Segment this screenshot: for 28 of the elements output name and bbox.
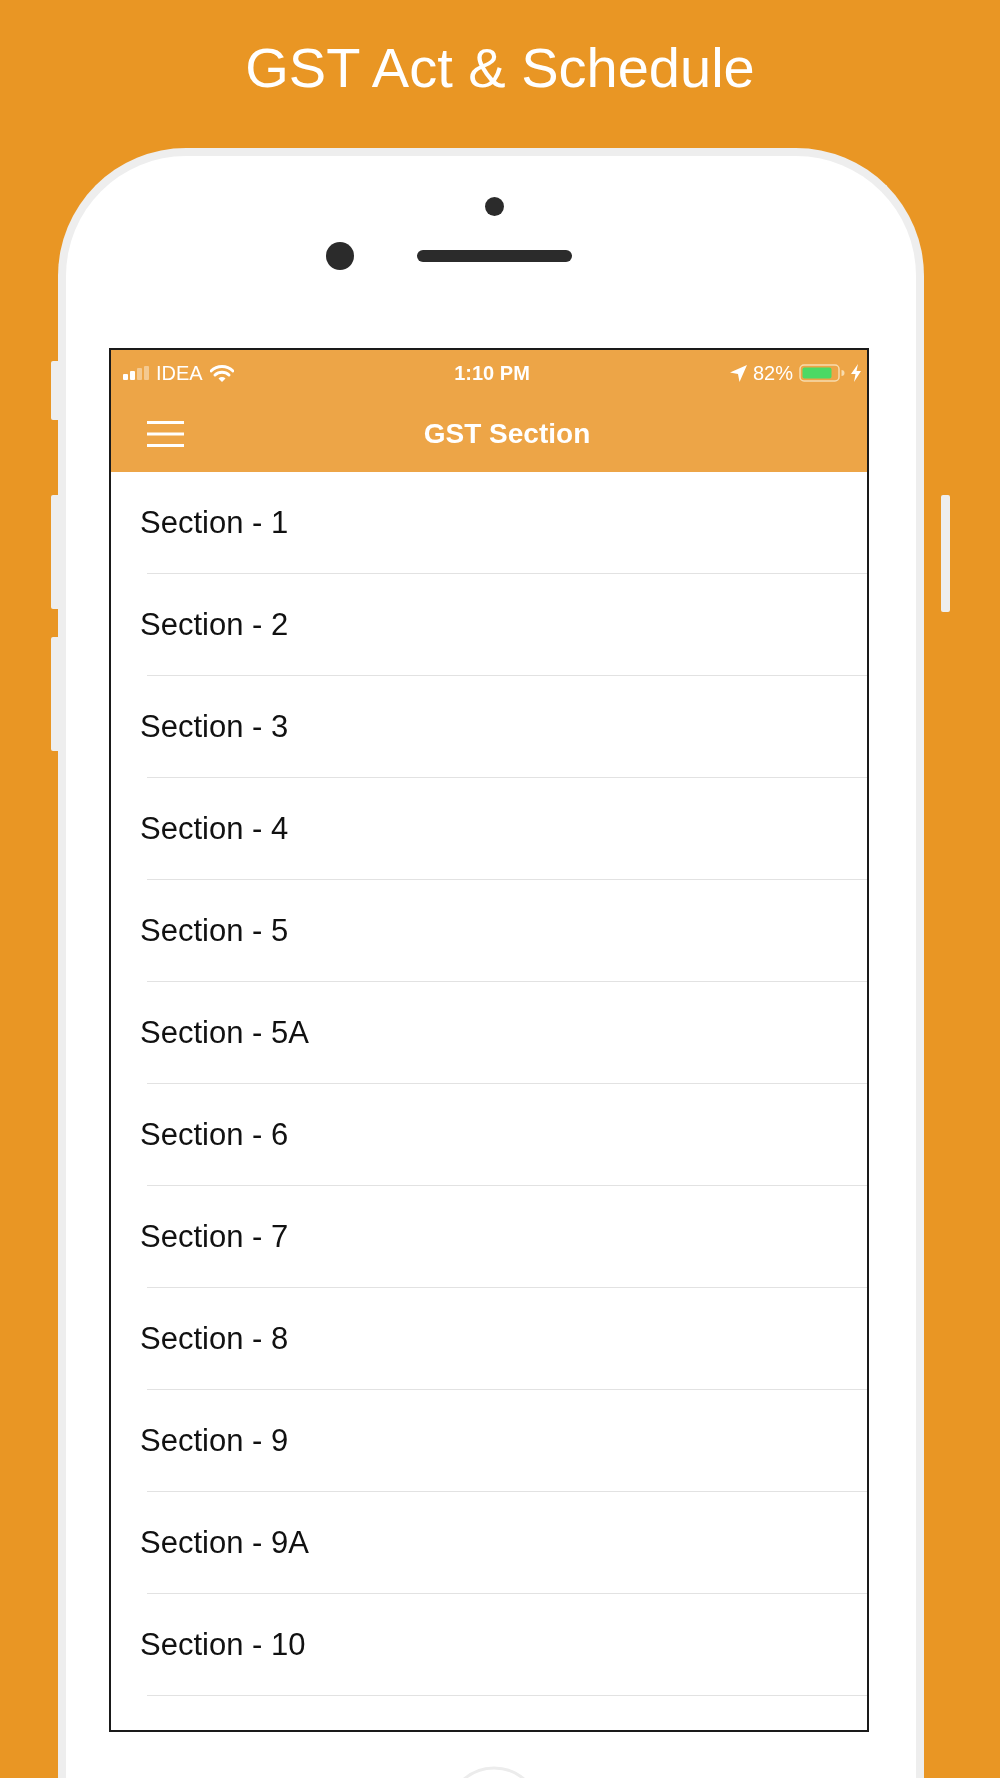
section-list-item[interactable]: Section - 2: [111, 574, 867, 675]
screen-title: GST Section: [423, 418, 591, 450]
charging-bolt-icon: [851, 364, 861, 382]
section-list-item[interactable]: Section - 5: [111, 880, 867, 981]
section-list-item[interactable]: Section - 10: [111, 1594, 867, 1695]
section-list-item[interactable]: Section - 7: [111, 1186, 867, 1287]
section-list-item[interactable]: Section - 9A: [111, 1492, 867, 1593]
section-list-item[interactable]: Section - 6: [111, 1084, 867, 1185]
sensor-dot-icon: [485, 197, 504, 216]
section-list-item[interactable]: Section - 5A: [111, 982, 867, 1083]
battery-percent: 82%: [752, 363, 793, 383]
section-list-item[interactable]: Section - 8: [111, 1288, 867, 1389]
battery-icon: [799, 364, 845, 382]
camera-icon: [326, 242, 354, 270]
carrier-name: IDEA: [156, 363, 203, 383]
location-arrow-icon: [729, 364, 747, 382]
side-tab-icon: [941, 495, 950, 612]
menu-icon: [147, 421, 184, 447]
wifi-icon: [209, 364, 234, 382]
section-list-item[interactable]: Section - 1: [111, 472, 867, 573]
section-list-item[interactable]: Section - 4: [111, 778, 867, 879]
menu-button[interactable]: [147, 421, 184, 447]
status-time: 1:10 PM: [454, 363, 530, 383]
page-title: GST Act & Schedule: [244, 34, 756, 101]
signal-bars-icon: [123, 366, 149, 380]
section-list-item[interactable]: Section - 3: [111, 676, 867, 777]
speaker-slot-icon: [417, 250, 572, 262]
section-list-item[interactable]: Section - 9: [111, 1390, 867, 1491]
